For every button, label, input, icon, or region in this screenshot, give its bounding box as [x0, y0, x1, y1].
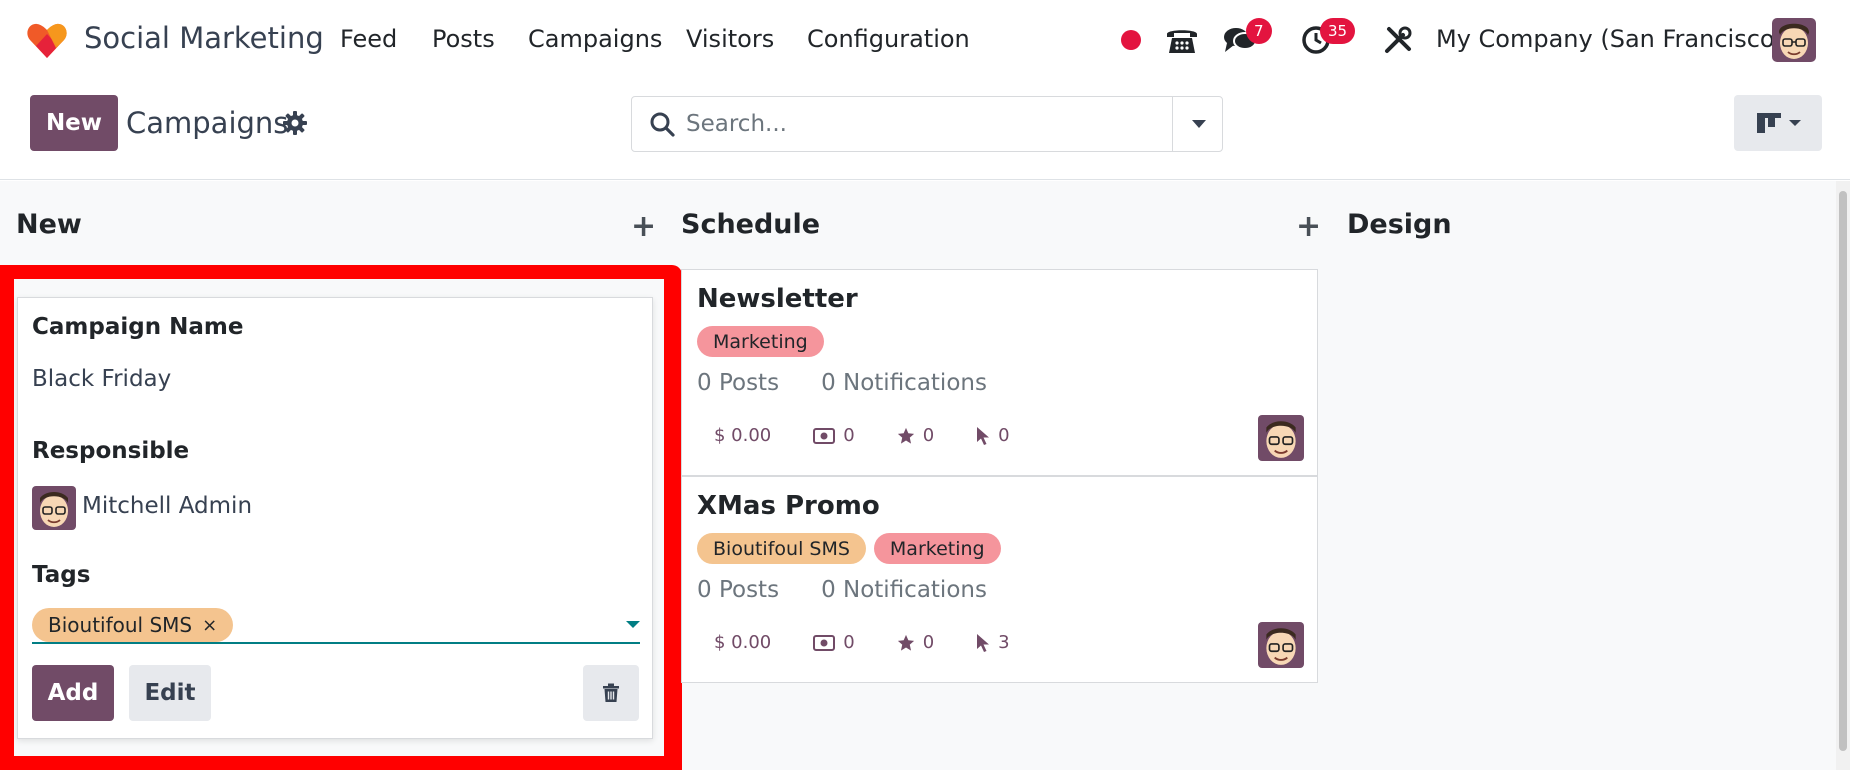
revenue-value: $ 0.00	[714, 425, 772, 446]
clicks-value: 0	[998, 425, 1010, 446]
campaign-title: Newsletter	[697, 284, 858, 314]
column-title-design: Design	[1347, 209, 1452, 240]
user-avatar-icon	[1772, 18, 1816, 62]
menu-configuration[interactable]: Configuration	[807, 25, 970, 53]
tags-dropdown-icon[interactable]	[626, 621, 640, 628]
status-dot-icon[interactable]	[1111, 20, 1151, 60]
star-icon	[897, 427, 914, 444]
money-icon	[813, 427, 836, 444]
search-input[interactable]	[686, 107, 1186, 141]
column-title-new: New	[16, 209, 82, 240]
revenue-metric: $ 0.00	[714, 632, 771, 653]
campaign-title: XMas Promo	[697, 491, 880, 521]
posts-count: 0 Posts	[697, 577, 780, 603]
campaign-metrics: $ 0.00 0 0 0	[714, 425, 1052, 446]
clicks-value: 3	[998, 632, 1010, 653]
cursor-icon	[977, 633, 990, 652]
tag-bioutifoul-sms: Bioutifoul SMS	[697, 533, 866, 564]
campaign-metrics: $ 0.00 0 0 3	[714, 632, 1052, 653]
stars-metric: 0	[897, 425, 934, 446]
tag-remove-icon[interactable]: ×	[202, 615, 217, 636]
tag-label: Bioutifoul SMS	[48, 613, 193, 637]
revenue-value: $ 0.00	[714, 632, 772, 653]
add-button[interactable]: Add	[32, 665, 114, 721]
search-icon	[650, 112, 675, 137]
new-button[interactable]: New	[30, 95, 118, 151]
owner-avatar-icon	[1258, 622, 1304, 668]
campaign-stats: 0 Posts 0 Notifications	[697, 370, 987, 396]
menu-feed[interactable]: Feed	[340, 25, 397, 53]
tag-bioutifoul-sms: Bioutifoul SMS ×	[32, 608, 234, 642]
vertical-scrollbar[interactable]	[1836, 181, 1850, 770]
campaign-card-newsletter[interactable]: Newsletter Marketing 0 Posts 0 Notificat…	[681, 269, 1318, 476]
search-options-toggle[interactable]	[1172, 97, 1224, 151]
responsible-label: Responsible	[32, 438, 190, 464]
sales-value: 0	[843, 632, 855, 653]
owner-avatar-icon	[1258, 415, 1304, 461]
tags-label: Tags	[32, 562, 91, 588]
caret-down-icon	[1191, 120, 1206, 128]
responsible-avatar-icon	[32, 486, 76, 530]
trash-icon	[603, 683, 619, 702]
phone-icon[interactable]	[1162, 20, 1202, 60]
app-name[interactable]: Social Marketing	[84, 21, 324, 55]
responsible-input[interactable]: Mitchell Admin	[82, 493, 252, 519]
menu-campaigns[interactable]: Campaigns	[528, 25, 662, 53]
tag-marketing: Marketing	[873, 533, 1001, 564]
menu-visitors[interactable]: Visitors	[686, 25, 774, 53]
discard-button[interactable]	[583, 665, 639, 721]
menu-posts[interactable]: Posts	[432, 25, 495, 53]
posts-count: 0 Posts	[697, 370, 780, 396]
clicks-metric: 3	[976, 632, 1010, 653]
quick-create-form: Campaign Name Black Friday Responsible M…	[17, 297, 653, 739]
star-icon	[897, 634, 914, 651]
stars-metric: 0	[897, 632, 934, 653]
campaign-owner-avatar	[1258, 622, 1304, 668]
sales-metric: 0	[813, 632, 855, 653]
campaign-stats: 0 Posts 0 Notifications	[697, 577, 987, 603]
column-add-new-icon[interactable]: +	[631, 209, 656, 244]
stars-value: 0	[922, 425, 935, 446]
scrollbar-thumb[interactable]	[1839, 191, 1847, 751]
control-panel: New Campaigns	[0, 80, 1850, 180]
cursor-icon	[977, 426, 990, 445]
money-icon	[813, 634, 836, 651]
column-title-schedule: Schedule	[681, 209, 821, 240]
campaign-name-input[interactable]: Black Friday	[32, 366, 171, 392]
campaign-name-label: Campaign Name	[32, 314, 244, 340]
company-switcher[interactable]: My Company (San Francisco)	[1436, 25, 1784, 53]
page-title: Campaigns	[126, 106, 289, 140]
notifications-count: 0 Notifications	[821, 370, 987, 396]
kanban-board: New + Schedule + Design Campaign Name Bl…	[0, 181, 1850, 770]
responsible-avatar	[32, 486, 76, 530]
revenue-metric: $ 0.00	[714, 425, 771, 446]
clicks-metric: 0	[976, 425, 1010, 446]
sales-metric: 0	[813, 425, 855, 446]
notifications-count: 0 Notifications	[821, 577, 987, 603]
search-bar	[631, 96, 1223, 152]
activities-badge: 35	[1320, 18, 1356, 44]
tools-icon[interactable]	[1378, 20, 1418, 60]
app-logo-icon[interactable]	[26, 22, 68, 60]
tags-field[interactable]: Bioutifoul SMS ×	[32, 608, 640, 644]
campaign-tags: Bioutifoul SMS Marketing	[697, 533, 1001, 564]
stars-value: 0	[922, 632, 935, 653]
top-navbar: Social Marketing Feed Posts Campaigns Vi…	[0, 0, 1850, 80]
kanban-view-icon	[1757, 113, 1801, 133]
campaign-tags: Marketing	[697, 326, 824, 357]
tag-marketing: Marketing	[697, 326, 824, 357]
view-switcher-button[interactable]	[1734, 95, 1822, 151]
sales-value: 0	[843, 425, 855, 446]
column-add-schedule-icon[interactable]: +	[1296, 209, 1321, 244]
campaign-owner-avatar	[1258, 415, 1304, 461]
messages-badge: 7	[1246, 18, 1272, 44]
user-avatar[interactable]	[1772, 18, 1816, 62]
campaign-card-xmas-promo[interactable]: XMas Promo Bioutifoul SMS Marketing 0 Po…	[681, 476, 1318, 683]
gear-icon[interactable]	[282, 110, 308, 136]
edit-button[interactable]: Edit	[129, 665, 211, 721]
